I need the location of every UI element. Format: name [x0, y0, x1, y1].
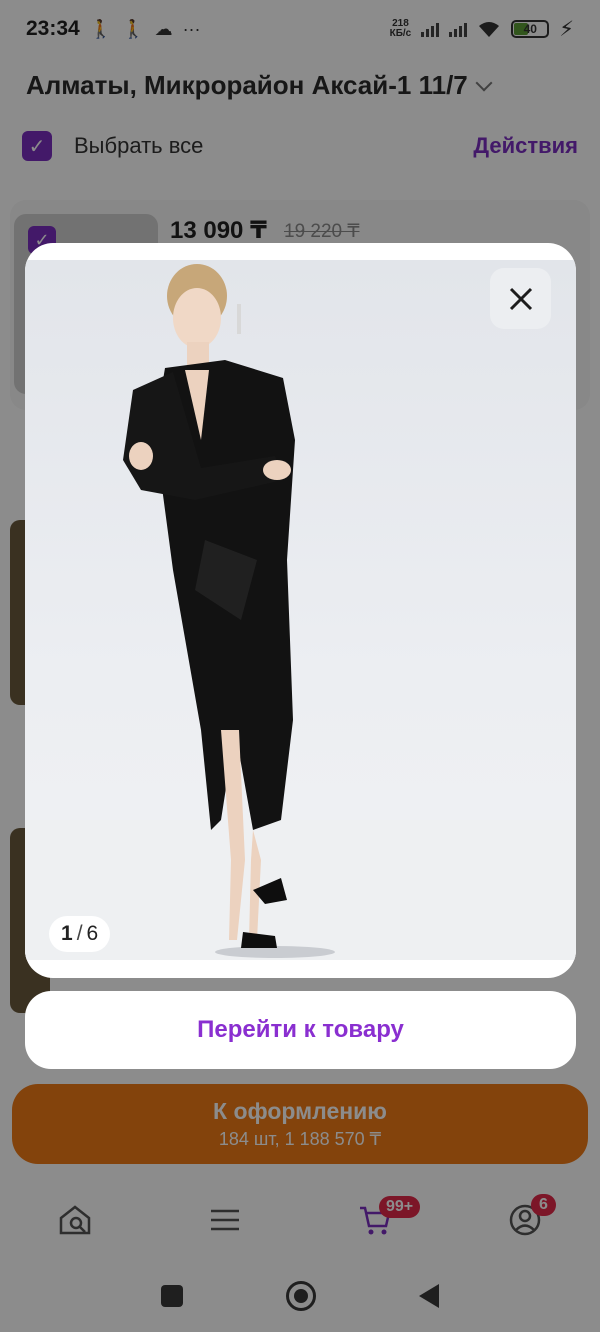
image-counter: 1 / 6 — [49, 916, 111, 952]
dress-model-image — [25, 264, 576, 960]
close-icon — [509, 287, 532, 310]
close-button[interactable] — [490, 268, 551, 329]
image-index: 1 — [61, 922, 73, 945]
image-total: 6 — [86, 922, 99, 945]
image-preview-modal: 1 / 6 — [25, 243, 576, 978]
go-to-product-button[interactable]: Перейти к товару — [25, 991, 576, 1069]
counter-separator: / — [76, 922, 83, 945]
product-photo[interactable] — [25, 260, 576, 960]
